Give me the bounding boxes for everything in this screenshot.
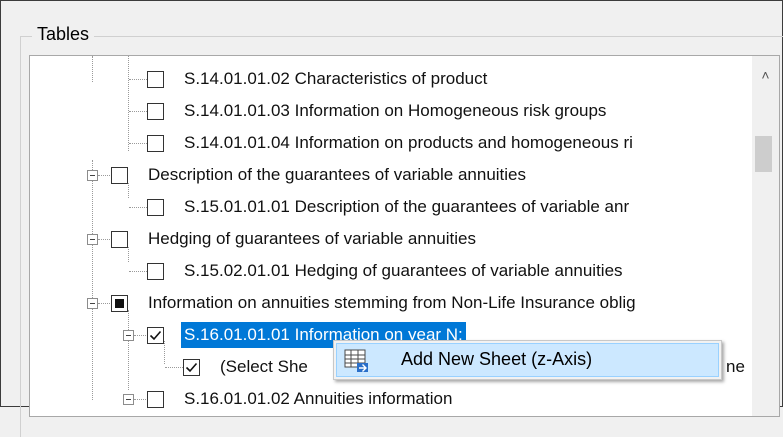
tree-connector [134, 335, 146, 336]
tree-connector [129, 271, 147, 272]
tree-item[interactable]: S.15.02.01.01 Hedging of guarantees of v… [30, 256, 750, 288]
tree-connector [129, 207, 147, 208]
tree-item[interactable]: S.16.01.01.02 Annuities information [30, 384, 750, 416]
collapse-toggle-icon[interactable] [87, 170, 98, 181]
add-sheet-icon [344, 349, 368, 372]
vertical-scrollbar[interactable]: ˄ [752, 56, 779, 416]
tree-connector [98, 175, 110, 176]
checkmark-icon [149, 330, 162, 341]
item-label: (Select She [220, 357, 308, 376]
item-checkbox[interactable] [111, 167, 128, 184]
item-label: S.14.01.01.03 Information on Homogeneous… [184, 101, 607, 120]
item-checkbox[interactable] [147, 71, 164, 88]
item-label: S.15.01.01.01 Description of the guarant… [184, 197, 630, 216]
scroll-up-icon[interactable]: ˄ [752, 62, 779, 88]
item-label: Information on annuities stemming from N… [148, 293, 636, 312]
collapse-toggle-icon[interactable] [123, 330, 134, 341]
item-checkbox-checked[interactable] [147, 327, 164, 344]
tree-item[interactable]: Description of the guarantees of variabl… [30, 160, 750, 192]
item-checkbox-checked[interactable] [183, 359, 200, 376]
item-label: S.14.01.01.02 Characteristics of product [184, 69, 488, 88]
tree-connector [129, 79, 147, 80]
tree-item[interactable]: Hedging of guarantees of variable annuit… [30, 224, 750, 256]
collapse-toggle-icon[interactable] [87, 234, 98, 245]
tree-connector [165, 367, 183, 368]
item-label: S.16.01.01.02 Annuities information [184, 389, 453, 408]
tree-item[interactable]: S.14.01.01.03 Information on Homogeneous… [30, 96, 750, 128]
item-label: Hedging of guarantees of variable annuit… [148, 229, 476, 248]
menu-item-add-new-sheet[interactable]: Add New Sheet (z-Axis) [336, 343, 719, 377]
tree-connector [134, 399, 146, 400]
tree-item[interactable]: S.15.01.01.01 Description of the guarant… [30, 192, 750, 224]
item-checkbox[interactable] [147, 199, 164, 216]
item-checkbox[interactable] [147, 135, 164, 152]
item-label: S.14.01.01.04 Information on products an… [184, 133, 633, 152]
item-checkbox[interactable] [147, 391, 164, 408]
tree-item[interactable]: S.14.01.01.02 Characteristics of product [30, 64, 750, 96]
tree-item[interactable]: Information on annuities stemming from N… [30, 288, 750, 320]
item-checkbox[interactable] [147, 263, 164, 280]
tree-connector [98, 303, 110, 304]
item-label: Description of the guarantees of variabl… [148, 165, 527, 184]
checkmark-icon [185, 362, 198, 373]
menu-item-label: Add New Sheet (z-Axis) [401, 349, 593, 369]
collapse-toggle-icon[interactable] [87, 298, 98, 309]
tree-connector [129, 111, 147, 112]
item-label: S.15.02.01.01 Hedging of guarantees of v… [184, 261, 623, 280]
item-checkbox[interactable] [111, 231, 128, 248]
item-checkbox-partial[interactable] [111, 295, 128, 312]
item-label-trailing: ne [726, 357, 745, 376]
context-menu: Add New Sheet (z-Axis) [333, 340, 722, 380]
scroll-thumb[interactable] [755, 136, 772, 172]
collapse-toggle-icon[interactable] [123, 394, 134, 405]
tree-connector [129, 143, 147, 144]
tree-connector [98, 239, 110, 240]
tree-item[interactable]: S.14.01.01.04 Information on products an… [30, 128, 750, 160]
item-checkbox[interactable] [147, 103, 164, 120]
groupbox-title: Tables [32, 24, 95, 45]
